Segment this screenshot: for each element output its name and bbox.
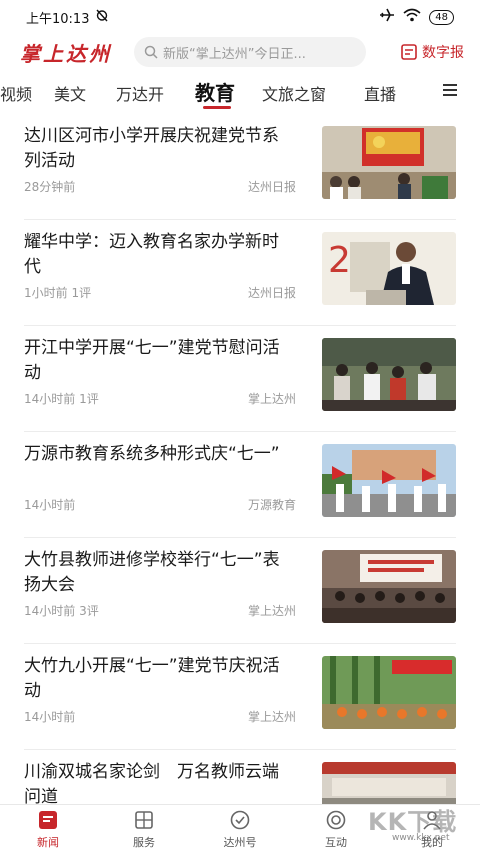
news-thumbnail	[322, 126, 456, 199]
category-tabs: 视频 美文 万达开 教育 文旅之窗 直播	[0, 72, 480, 114]
news-source: 达州日报	[247, 286, 296, 300]
search-icon	[144, 45, 158, 59]
news-item[interactable]: 达川区河市小学开展庆祝建党节系列活动 28分钟前 达州日报	[24, 114, 456, 220]
nav-dazhou-hao[interactable]: 达州号	[210, 809, 270, 850]
search-input[interactable]: 新版“掌上达州”今日正...	[134, 37, 366, 67]
news-time: 28分钟前	[24, 180, 76, 194]
news-title: 万源市教育系统多种形式庆“七一”	[24, 444, 280, 464]
news-time: 14小时前	[24, 498, 76, 512]
news-title: 大竹县教师进修学校举行“七一”表扬大会	[24, 550, 280, 595]
news-time: 1小时前 1评	[24, 286, 92, 300]
news-source: 掌上达州	[247, 604, 296, 618]
news-source: 万源教育	[247, 498, 296, 512]
news-icon	[39, 811, 57, 829]
news-thumbnail	[322, 762, 456, 804]
news-item[interactable]: 万源市教育系统多种形式庆“七一” 14小时前 万源教育	[24, 432, 456, 538]
nav-label: 达州号	[223, 836, 257, 849]
menu-icon[interactable]	[442, 82, 458, 101]
news-title: 川渝双城名家论剑 万名教师云端问道	[24, 762, 279, 804]
epaper-button[interactable]: 数字报	[400, 42, 464, 62]
nav-label: 新闻	[37, 836, 59, 849]
svg-text:2: 2	[328, 240, 351, 281]
tab-video[interactable]: 视频	[0, 81, 32, 105]
nav-news[interactable]: 新闻	[18, 809, 78, 850]
news-thumbnail: 2	[322, 232, 456, 305]
watermark-url: www.kkx.net	[392, 833, 450, 843]
news-time: 14小时前 3评	[24, 604, 99, 618]
status-time: 上午10:13	[26, 11, 90, 27]
news-thumbnail	[322, 550, 456, 623]
news-thumbnail	[322, 444, 456, 517]
news-title: 耀华中学：迈入教育名家办学新时代	[24, 232, 279, 277]
news-time: 14小时前 1评	[24, 392, 99, 406]
nav-label: 互动	[325, 836, 347, 849]
news-source: 掌上达州	[247, 392, 296, 406]
news-source: 掌上达州	[247, 710, 296, 724]
news-title: 达川区河市小学开展庆祝建党节系列活动	[24, 126, 279, 171]
nav-service[interactable]: 服务	[114, 809, 174, 850]
airplane-icon	[379, 8, 395, 26]
app-header: 掌上达州 新版“掌上达州”今日正... 数字报	[0, 34, 480, 70]
news-item[interactable]: 大竹九小开展“七一”建党节庆祝活动 14小时前 掌上达州	[24, 644, 456, 750]
news-item[interactable]: 开江中学开展“七一”建党节慰问活动 14小时前 1评 掌上达州	[24, 326, 456, 432]
tab-culture-tourism[interactable]: 文旅之窗	[262, 81, 326, 105]
news-item[interactable]: 川渝双城名家论剑 万名教师云端问道	[24, 750, 456, 804]
news-thumbnail	[322, 338, 456, 411]
news-source: 达州日报	[247, 180, 296, 194]
news-time: 14小时前	[24, 710, 76, 724]
news-title: 开江中学开展“七一”建党节慰问活动	[24, 338, 280, 383]
service-icon	[135, 811, 153, 829]
news-thumbnail	[322, 656, 456, 729]
alarm-off-icon	[95, 8, 109, 26]
nav-label: 服务	[133, 836, 155, 849]
status-bar: 上午10:13 48	[0, 0, 480, 34]
tab-education[interactable]: 教育	[195, 77, 235, 106]
interact-icon	[326, 810, 346, 830]
news-item[interactable]: 耀华中学：迈入教育名家办学新时代 1小时前 1评 达州日报 2	[24, 220, 456, 326]
news-feed[interactable]: 达川区河市小学开展庆祝建党节系列活动 28分钟前 达州日报 耀华中学：迈入教育名…	[0, 114, 480, 804]
epaper-label: 数字报	[422, 45, 464, 61]
dazhou-hao-icon	[230, 810, 250, 830]
newspaper-icon	[401, 44, 417, 60]
tab-essays[interactable]: 美文	[54, 81, 86, 105]
watermark: KK下载	[368, 808, 458, 836]
news-item[interactable]: 大竹县教师进修学校举行“七一”表扬大会 14小时前 3评 掌上达州	[24, 538, 456, 644]
active-tab-indicator	[203, 106, 231, 109]
news-title: 大竹九小开展“七一”建党节庆祝活动	[24, 656, 280, 701]
app-logo: 掌上达州	[20, 41, 112, 66]
battery-icon: 48	[429, 9, 454, 25]
search-placeholder: 新版“掌上达州”今日正...	[163, 46, 306, 62]
wifi-icon	[403, 8, 421, 26]
tab-live[interactable]: 直播	[364, 81, 396, 105]
tab-wandakai[interactable]: 万达开	[116, 81, 164, 105]
nav-interact[interactable]: 互动	[306, 809, 366, 850]
